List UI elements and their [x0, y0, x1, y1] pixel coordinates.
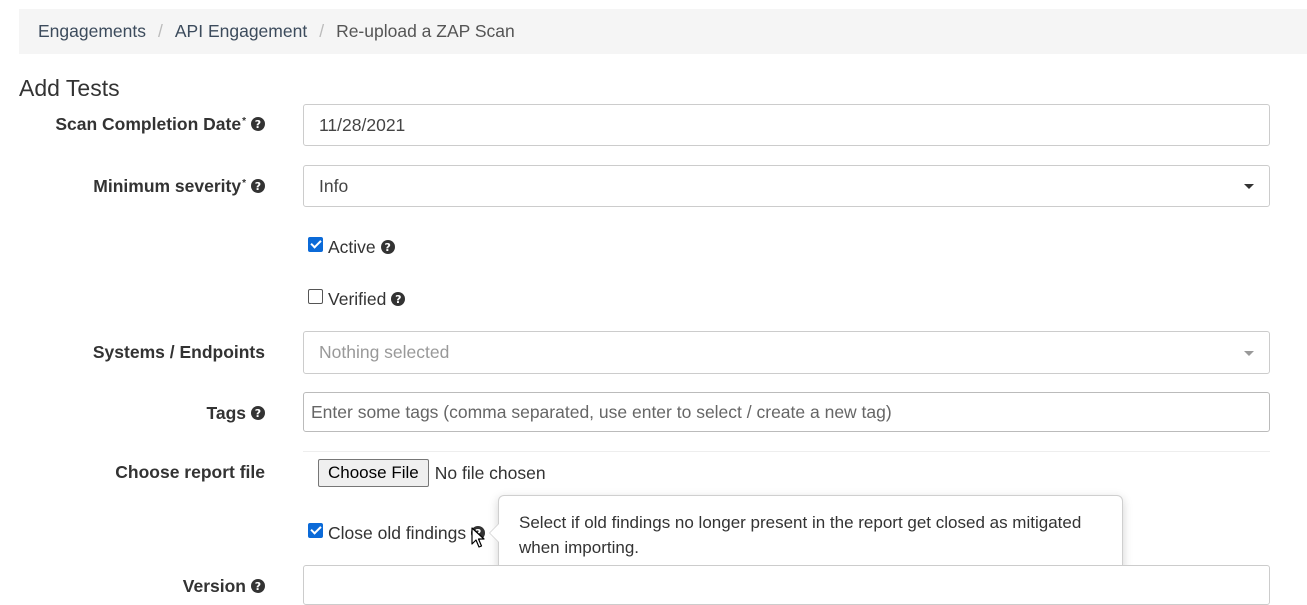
tags-label: Tags ? [206, 401, 265, 425]
question-circle-icon[interactable]: ? [251, 579, 265, 593]
endpoints-label-text: Systems / Endpoints [92, 341, 265, 362]
verified-checkbox-row: Verified ? [308, 287, 406, 311]
endpoints-select[interactable]: Nothing selected [303, 331, 1270, 374]
page-title: Add Tests [19, 75, 120, 101]
scan-date-value: 11/28/2021 [319, 114, 406, 135]
tags-label-text: Tags [206, 402, 246, 423]
required-mark: * [242, 177, 246, 189]
min-severity-label-text: Minimum severity [93, 175, 242, 196]
mouse-pointer-icon [471, 527, 485, 548]
question-circle-icon[interactable]: ? [251, 179, 265, 193]
report-file-label: Choose report file [115, 460, 265, 484]
version-label: Version ? [183, 574, 265, 598]
tooltip-text: Select if old findings no longer present… [519, 513, 1082, 557]
breadcrumb-engagements[interactable]: Engagements [38, 21, 146, 42]
question-circle-icon[interactable]: ? [380, 240, 395, 254]
required-mark: * [242, 115, 246, 127]
min-severity-value: Info [319, 175, 349, 196]
choose-file-button[interactable]: Choose File [318, 459, 429, 487]
min-severity-label: Minimum severity * ? [93, 174, 265, 198]
question-circle-icon[interactable]: ? [251, 117, 265, 131]
close-old-findings-label: Close old findings [328, 522, 467, 543]
breadcrumb-separator: / [319, 21, 325, 41]
scan-date-label-text: Scan Completion Date [55, 113, 242, 134]
active-checkbox[interactable] [308, 236, 323, 252]
file-upload: Choose File No file chosen [318, 459, 546, 487]
tags-input[interactable] [303, 392, 1270, 432]
question-circle-icon[interactable]: ? [251, 406, 265, 420]
close-old-findings-checkbox[interactable] [308, 522, 323, 538]
help-tooltip: Select if old findings no longer present… [489, 495, 1123, 573]
active-label: Active [328, 236, 376, 257]
verified-checkbox[interactable] [308, 288, 323, 304]
chevron-down-icon [1244, 350, 1254, 356]
question-circle-icon[interactable]: ? [391, 292, 406, 306]
version-input[interactable] [303, 565, 1270, 605]
verified-label: Verified [328, 288, 387, 309]
breadcrumb: Engagements / API Engagement / Re-upload… [19, 9, 1307, 54]
endpoints-placeholder: Nothing selected [319, 342, 450, 362]
breadcrumb-api-engagement[interactable]: API Engagement [175, 21, 307, 42]
file-status: No file chosen [434, 462, 546, 483]
scan-date-input[interactable]: 11/28/2021 [303, 104, 1270, 146]
chevron-down-icon [1244, 184, 1254, 189]
version-label-text: Version [182, 575, 246, 596]
scan-date-label: Scan Completion Date * ? [55, 112, 265, 136]
divider [303, 451, 1270, 452]
breadcrumb-separator: / [158, 21, 163, 41]
report-file-label-text: Choose report file [115, 461, 265, 482]
close-old-findings-row: Close old findings ? [308, 521, 486, 545]
endpoints-label: Systems / Endpoints [93, 340, 265, 364]
breadcrumb-current: Re-upload a ZAP Scan [336, 21, 515, 41]
active-checkbox-row: Active ? [308, 235, 395, 259]
min-severity-select[interactable]: Info [303, 165, 1270, 207]
